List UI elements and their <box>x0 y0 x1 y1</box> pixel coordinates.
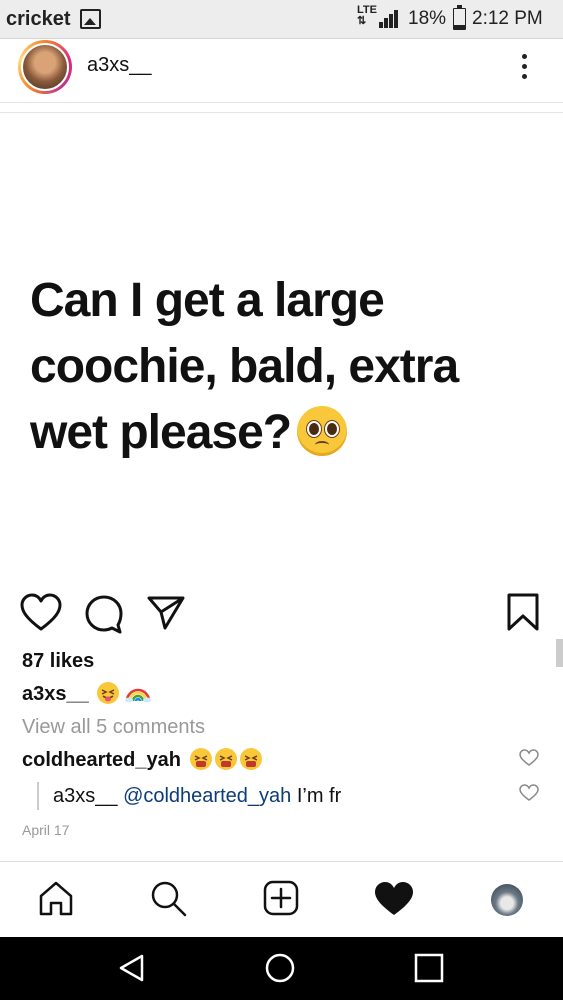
reply-thread-line <box>37 782 39 810</box>
post-header: a3xs__ <box>0 38 563 103</box>
avatar[interactable] <box>21 43 69 91</box>
comment-row: coldhearted_yah <box>22 748 262 772</box>
carrier-label: cricket <box>6 8 71 30</box>
paper-plane-icon[interactable] <box>146 595 186 631</box>
squinting-tongue-face-emoji <box>97 682 120 704</box>
caption-username[interactable]: a3xs__ <box>22 683 89 705</box>
status-bar: cricket LTE ⇅ 18% 2:12 PM <box>0 0 563 39</box>
post-image-line-1: Can I get a large <box>30 274 385 327</box>
network-type-label: LTE ⇅ <box>357 5 377 27</box>
story-ring[interactable] <box>18 40 72 94</box>
tired-face-emoji <box>214 748 237 770</box>
tired-face-emoji <box>189 748 212 770</box>
reply-username[interactable]: a3xs__ <box>53 785 118 807</box>
bookmark-icon[interactable] <box>506 592 540 632</box>
header-divider <box>0 112 563 113</box>
recents-square-icon[interactable] <box>414 953 444 983</box>
add-post-icon[interactable] <box>263 880 299 916</box>
signal-strength-icon <box>379 8 401 28</box>
home-circle-icon[interactable] <box>264 952 296 984</box>
post-image-line-3-text: wet please? <box>30 406 292 459</box>
clock: 2:12 PM <box>472 8 543 29</box>
battery-percent: 18% <box>408 8 447 29</box>
post-image-line-3: wet please? <box>30 400 550 466</box>
more-options-icon[interactable] <box>518 52 530 82</box>
activity-heart-icon[interactable] <box>374 881 414 917</box>
reply-row: a3xs__ @coldhearted_yah I’m fr <box>53 785 341 808</box>
comment-like-icon[interactable] <box>519 749 539 767</box>
battery-icon <box>453 5 466 30</box>
pleading-face-emoji <box>297 406 348 456</box>
post-image-line-2: coochie, bald, extra <box>30 340 459 393</box>
caption: a3xs__ <box>22 682 151 706</box>
home-icon[interactable] <box>38 880 74 916</box>
profile-icon[interactable] <box>491 884 523 916</box>
scrollbar[interactable] <box>556 639 563 667</box>
heart-outline-icon[interactable] <box>20 593 62 633</box>
reply-text: I’m fr <box>291 785 342 807</box>
image-notification-icon <box>80 9 101 29</box>
comment-icon[interactable] <box>84 594 124 634</box>
battery-fill <box>454 25 465 29</box>
tired-face-emoji <box>239 748 262 770</box>
reply-like-icon[interactable] <box>519 784 539 802</box>
post-date: April 17 <box>22 822 70 838</box>
post-image[interactable]: Can I get a large coochie, bald, extra w… <box>30 268 550 466</box>
back-icon[interactable] <box>117 953 147 983</box>
search-icon[interactable] <box>150 880 188 918</box>
reply-mention[interactable]: @coldhearted_yah <box>123 785 291 807</box>
likes-count[interactable]: 87 likes <box>22 650 94 673</box>
data-arrows-icon: ⇅ <box>357 15 367 27</box>
post-username[interactable]: a3xs__ <box>87 54 152 77</box>
rainbow-emoji <box>124 688 151 703</box>
view-all-comments-link[interactable]: View all 5 comments <box>22 716 205 739</box>
comment-username[interactable]: coldhearted_yah <box>22 749 181 771</box>
